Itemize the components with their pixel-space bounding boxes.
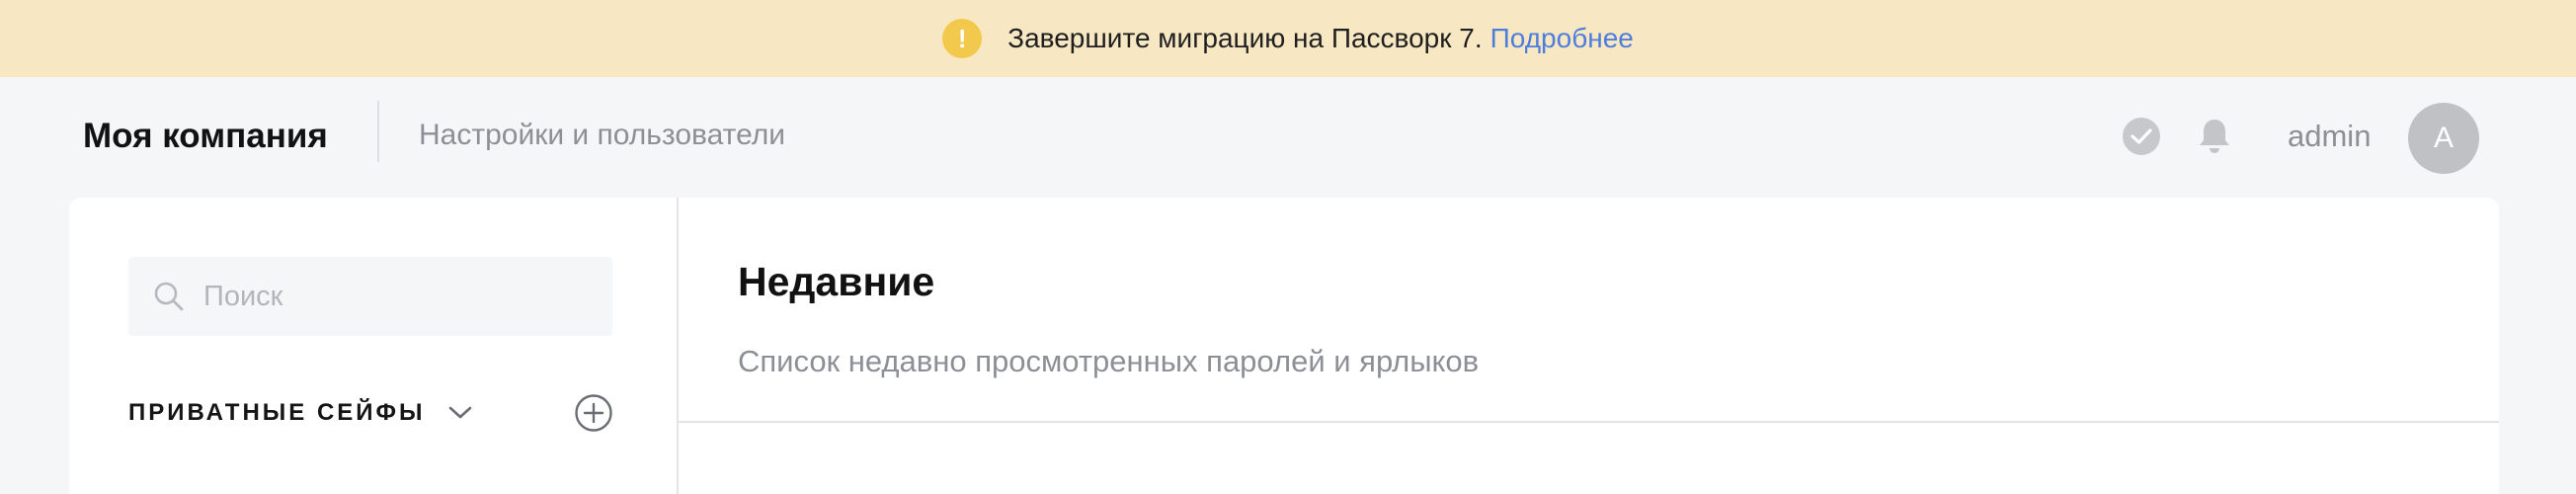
banner-message: Завершите миграцию на Пассворк 7. [1007,23,1483,53]
main-panel: Недавние Список недавно просмотренных па… [679,198,2499,494]
sidebar: ПРИВАТНЫЕ СЕЙФЫ [69,198,679,494]
chevron-down-icon [447,404,473,422]
header-divider [377,101,379,162]
section-divider [679,421,2499,423]
bell-icon[interactable] [2195,115,2234,158]
page-title: Недавние [738,259,935,304]
private-vaults-toggle[interactable]: ПРИВАТНЫЕ СЕЙФЫ [128,399,473,427]
username[interactable]: admin [2288,119,2371,154]
company-name[interactable]: Моя компания [83,117,328,156]
settings-users-link[interactable]: Настройки и пользователи [419,119,785,152]
plus-circle-icon [574,393,613,438]
search-box[interactable] [128,257,612,336]
search-input[interactable] [201,279,581,314]
top-header: Моя компания Настройки и пользователи ad… [0,77,2576,198]
migration-banner: ! Завершите миграцию на Пассворк 7. Подр… [0,0,2576,77]
check-circle-icon[interactable] [2123,118,2160,155]
private-vaults-label: ПРИВАТНЫЕ СЕЙФЫ [128,399,426,426]
exclamation-icon: ! [942,19,983,58]
add-vault-button[interactable] [574,393,613,438]
search-icon [152,280,186,313]
avatar[interactable]: A [2408,103,2479,174]
banner-more-link[interactable]: Подробнее [1490,23,1634,54]
page-subtitle: Список недавно просмотренных паролей и я… [738,344,1480,378]
content-card: ПРИВАТНЫЕ СЕЙФЫ Недавние Список недавно … [69,198,2499,494]
